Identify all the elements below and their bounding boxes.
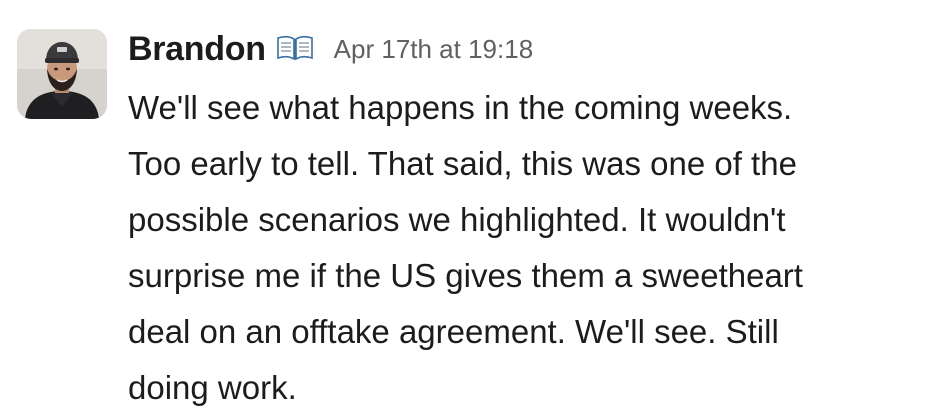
message-line: deal on an offtake agreement. We'll see.…	[128, 313, 779, 350]
chat-message: Brandon Apr 17th at 19:18 We'll see what…	[0, 0, 936, 406]
message-line: doing work.	[128, 369, 297, 406]
avatar[interactable]	[17, 29, 107, 119]
avatar-photo	[17, 29, 107, 119]
message-header: Brandon Apr 17th at 19:18	[128, 26, 533, 72]
message-body: We'll see what happens in the coming wee…	[128, 80, 928, 416]
timestamp[interactable]: Apr 17th at 19:18	[334, 34, 533, 65]
message-line: surprise me if the US gives them a sweet…	[128, 257, 803, 294]
message-line: Too early to tell. That said, this was o…	[128, 145, 797, 182]
open-book-icon	[276, 33, 314, 61]
message-line: possible scenarios we highlighted. It wo…	[128, 201, 786, 238]
message-line: We'll see what happens in the coming wee…	[128, 89, 793, 126]
author-name[interactable]: Brandon	[128, 30, 266, 69]
